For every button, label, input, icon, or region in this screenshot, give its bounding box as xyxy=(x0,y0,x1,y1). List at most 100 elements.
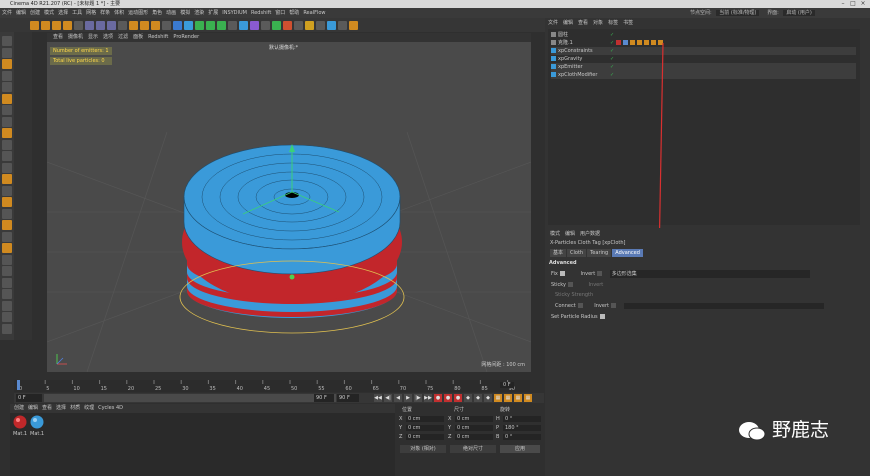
toolbar-button-3[interactable] xyxy=(63,20,72,30)
attr-tab-1[interactable]: Cloth xyxy=(567,249,587,257)
coord-mode-dropdown[interactable]: 对象 (相对) xyxy=(400,445,446,453)
menu-item-18[interactable]: 帮助 xyxy=(287,8,301,18)
menu-item-12[interactable]: 模拟 xyxy=(178,8,192,18)
playback-button-9[interactable]: ◆ xyxy=(464,394,472,402)
toolbar-button-23[interactable] xyxy=(283,20,292,30)
left-tool-8[interactable] xyxy=(2,128,12,138)
connect-invert-checkbox[interactable] xyxy=(610,303,616,308)
pos-field-2[interactable]: 0 cm xyxy=(406,434,444,440)
pos-field-1[interactable]: 0 cm xyxy=(406,425,444,431)
rot-field-0[interactable]: 0 ° xyxy=(503,416,541,422)
viewport-menu-7[interactable]: ProRender xyxy=(173,34,199,40)
toolbar-button-2[interactable] xyxy=(52,20,61,30)
toolbar-button-14[interactable] xyxy=(184,20,193,30)
left-tool-0[interactable] xyxy=(2,36,12,46)
rot-field-1[interactable]: 180 ° xyxy=(503,425,541,431)
left-tool-16[interactable] xyxy=(2,220,12,230)
playback-button-11[interactable]: ◆ xyxy=(484,394,492,402)
left-tool-3[interactable] xyxy=(2,70,12,81)
left-tool-9[interactable] xyxy=(2,139,12,150)
left-tool-15[interactable] xyxy=(2,208,12,219)
viewport-menu-4[interactable]: 过滤 xyxy=(118,34,128,40)
om-menu-5[interactable]: 书签 xyxy=(623,20,633,26)
toolbar-button-11[interactable] xyxy=(151,20,160,30)
attr-tab-2[interactable]: Tearing xyxy=(587,249,612,257)
left-tool-12[interactable] xyxy=(2,174,12,184)
playback-button-7[interactable]: ● xyxy=(444,394,452,402)
om-menu-3[interactable]: 对象 xyxy=(593,20,603,26)
om-menu-2[interactable]: 查看 xyxy=(578,20,588,26)
left-tool-21[interactable] xyxy=(2,277,12,288)
toolbar-button-20[interactable] xyxy=(250,20,259,30)
menu-item-11[interactable]: 动画 xyxy=(164,8,178,18)
toolbar-button-19[interactable] xyxy=(239,20,248,30)
size-field-1[interactable]: 0 cm xyxy=(455,425,493,431)
left-tool-13[interactable] xyxy=(2,185,12,196)
left-tool-22[interactable] xyxy=(2,289,12,299)
toolbar-button-10[interactable] xyxy=(140,20,149,30)
toolbar-button-27[interactable] xyxy=(327,20,336,30)
playback-button-8[interactable]: ● xyxy=(454,394,462,402)
material-menu-3[interactable]: 选择 xyxy=(56,405,66,411)
pos-field-0[interactable]: 0 cm xyxy=(406,416,444,422)
playback-button-14[interactable]: ▦ xyxy=(514,394,522,402)
left-tool-10[interactable] xyxy=(2,151,12,161)
frame-min-field[interactable]: 0 F xyxy=(16,394,42,402)
left-tool-4[interactable] xyxy=(2,82,12,92)
menu-item-19[interactable]: RealFlow xyxy=(301,8,327,18)
size-field-0[interactable]: 0 cm xyxy=(455,416,493,422)
menu-item-16[interactable]: Redshift xyxy=(249,8,273,18)
playback-button-0[interactable]: ◀◀ xyxy=(374,394,382,402)
material-menu-6[interactable]: Cycles 4D xyxy=(98,405,123,411)
menu-item-13[interactable]: 渲染 xyxy=(192,8,206,18)
menu-item-17[interactable]: 窗口 xyxy=(273,8,287,18)
om-menu-0[interactable]: 文件 xyxy=(548,20,558,26)
viewport-menu-0[interactable]: 查看 xyxy=(53,34,63,40)
close-button[interactable]: × xyxy=(858,0,868,8)
toolbar-button-1[interactable] xyxy=(41,20,50,30)
left-tool-24[interactable] xyxy=(2,312,12,322)
left-tool-25[interactable] xyxy=(2,323,12,334)
menu-item-8[interactable]: 体积 xyxy=(112,8,126,18)
left-tool-7[interactable] xyxy=(2,116,12,127)
left-tool-6[interactable] xyxy=(2,105,12,115)
playback-button-12[interactable]: ▦ xyxy=(494,394,502,402)
playback-button-5[interactable]: ▶▶ xyxy=(424,394,432,402)
left-tool-2[interactable] xyxy=(2,59,12,69)
apply-button[interactable]: 应用 xyxy=(500,445,540,453)
toolbar-button-5[interactable] xyxy=(85,20,94,30)
om-menu-4[interactable]: 标签 xyxy=(608,20,618,26)
menu-item-14[interactable]: 扩展 xyxy=(206,8,220,18)
connect-field[interactable] xyxy=(623,302,824,309)
playhead[interactable] xyxy=(17,380,20,390)
menu-item-15[interactable]: INSYDIUM xyxy=(220,8,249,18)
toolbar-button-6[interactable] xyxy=(96,20,105,30)
menu-item-0[interactable]: 文件 xyxy=(0,8,14,18)
material-menu-1[interactable]: 编辑 xyxy=(28,405,38,411)
material-2[interactable]: Mat.1 xyxy=(30,415,44,437)
toolbar-button-9[interactable] xyxy=(129,20,138,30)
playback-button-10[interactable]: ◆ xyxy=(474,394,482,402)
viewport-menu-5[interactable]: 面板 xyxy=(133,34,143,40)
toolbar-button-13[interactable] xyxy=(173,20,182,30)
menu-item-9[interactable]: 运动图形 xyxy=(126,8,150,18)
layout-dropdown[interactable]: 启动 (用户) xyxy=(783,10,815,16)
attr-menu-1[interactable]: 编辑 xyxy=(565,231,575,237)
toolbar-button-12[interactable] xyxy=(162,20,171,30)
menu-item-3[interactable]: 模式 xyxy=(42,8,56,18)
menu-item-6[interactable]: 网格 xyxy=(84,8,98,18)
playback-button-4[interactable]: |▶ xyxy=(414,394,422,402)
left-tool-1[interactable] xyxy=(2,47,12,58)
toolbar-button-22[interactable] xyxy=(272,20,281,30)
viewport[interactable]: Number of emitters: 1 Total live particl… xyxy=(47,42,531,372)
left-tool-20[interactable] xyxy=(2,266,12,276)
playback-button-3[interactable]: ▶ xyxy=(404,394,412,402)
current-frame-field[interactable]: 0 F xyxy=(500,382,514,388)
range-end-field[interactable]: 90 F xyxy=(314,394,334,402)
toolbar-button-18[interactable] xyxy=(228,20,237,30)
menu-item-1[interactable]: 编辑 xyxy=(14,8,28,18)
material-menu-2[interactable]: 查看 xyxy=(42,405,52,411)
attr-menu-2[interactable]: 用户数据 xyxy=(580,231,600,237)
material-menu-0[interactable]: 创建 xyxy=(14,405,24,411)
toolbar-button-7[interactable] xyxy=(107,20,116,30)
